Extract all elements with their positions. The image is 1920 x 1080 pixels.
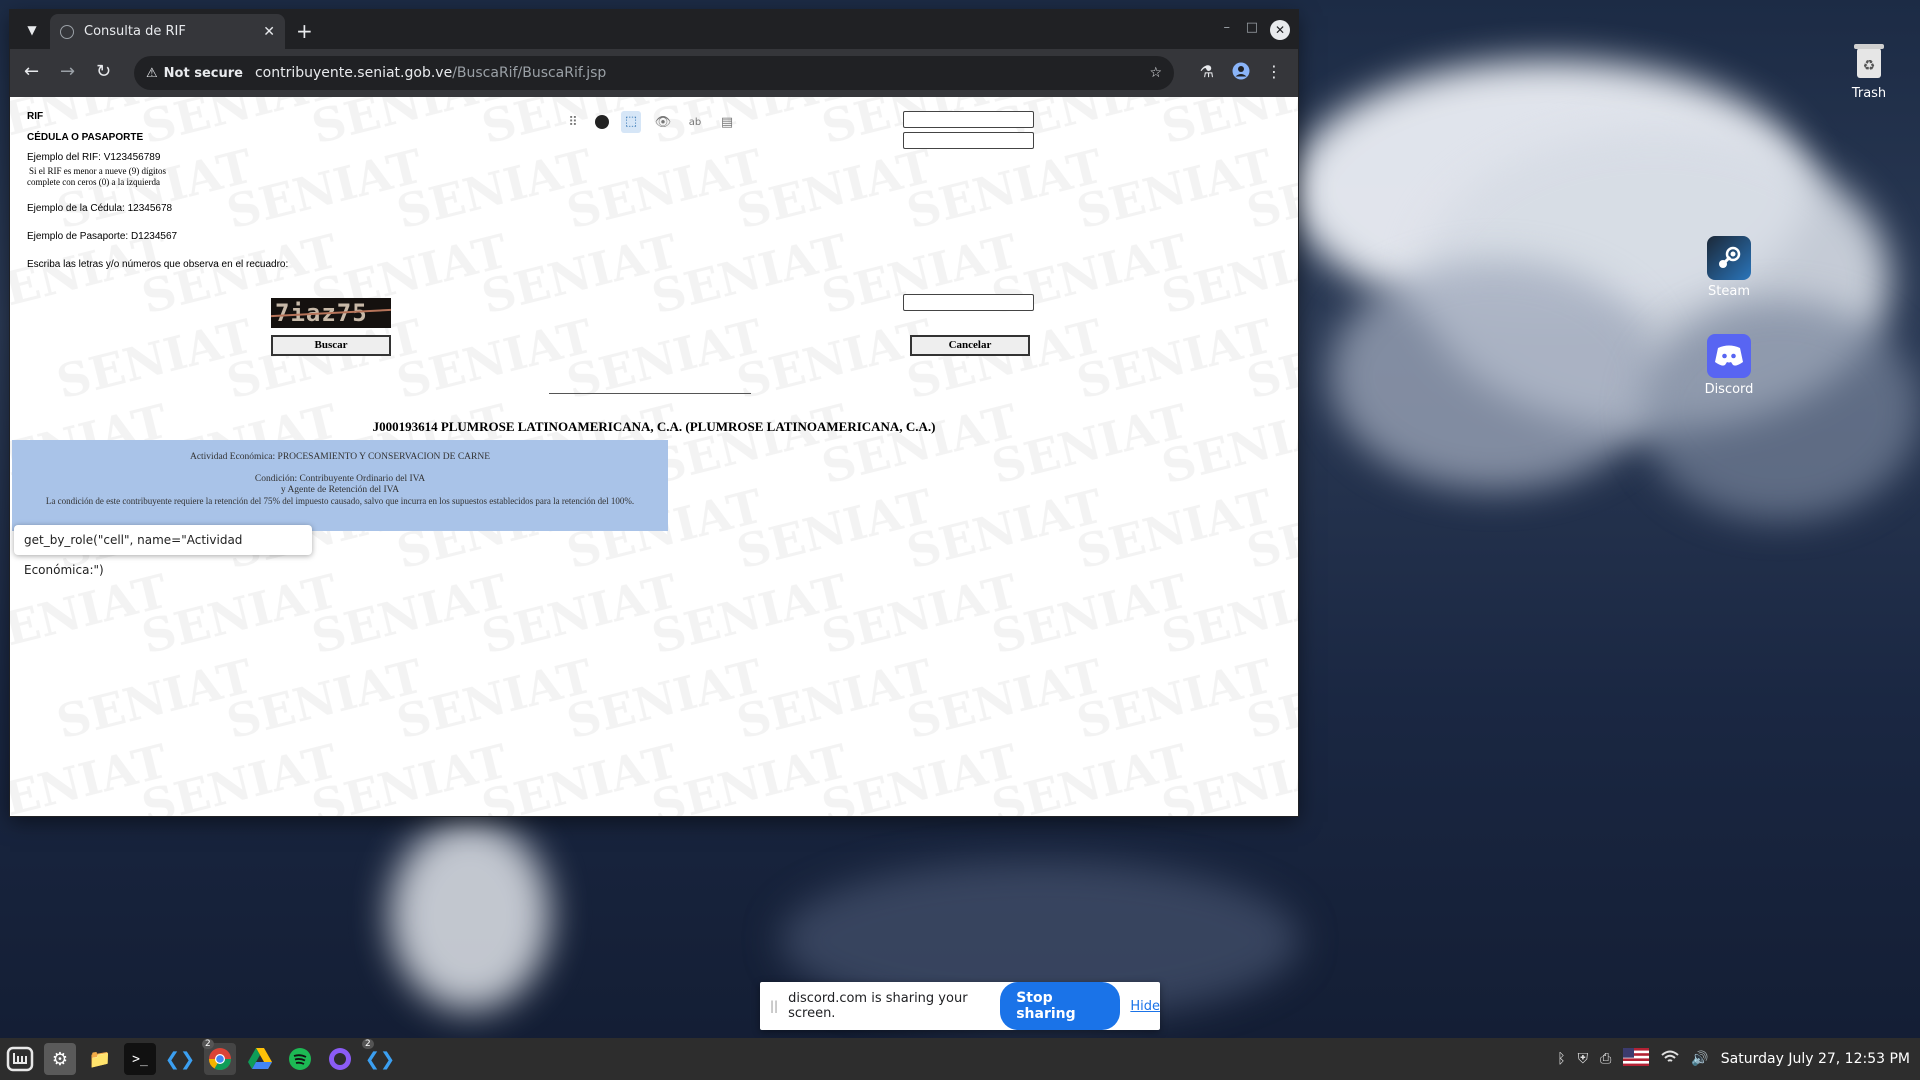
desktop-discord[interactable]: Discord bbox=[1684, 334, 1774, 397]
vscode-icon[interactable]: ❮❯ bbox=[164, 1043, 196, 1075]
buscar-button[interactable]: Buscar bbox=[271, 335, 391, 356]
maximize-icon[interactable]: □ bbox=[1246, 20, 1258, 35]
assert-visibility-icon[interactable]: 👁 bbox=[653, 115, 673, 130]
vscode-icon-2[interactable]: 2 ❮❯ bbox=[362, 1039, 396, 1075]
reload-icon[interactable]: ↻ bbox=[96, 61, 111, 82]
captcha-prompt: Escriba las letras y/o números que obser… bbox=[27, 259, 289, 270]
actividad-text: Actividad Económica: PROCESAMIENTO Y CON… bbox=[189, 452, 491, 462]
steam-icon bbox=[1707, 236, 1751, 280]
stop-sharing-button[interactable]: Stop sharing bbox=[1000, 982, 1121, 1030]
terminal-icon[interactable]: >_ bbox=[124, 1043, 156, 1075]
captcha-input[interactable] bbox=[903, 294, 1034, 311]
trash-icon: ♻ bbox=[1847, 38, 1891, 82]
cedula-input[interactable] bbox=[903, 132, 1034, 149]
browser-window: ▼ Consulta de RIF ✕ + – □ ✕ ← → ↻ ⚠ Not … bbox=[10, 10, 1298, 816]
rif-label: RIF bbox=[27, 111, 44, 122]
warning-icon[interactable]: ⚠ bbox=[146, 66, 158, 81]
screen-share-bar: || discord.com is sharing your screen. S… bbox=[760, 982, 1160, 1030]
recorder-toolbar: ⠿ ⬚ 👁 ab ▤ bbox=[557, 109, 747, 135]
svg-text:♻: ♻ bbox=[1863, 58, 1876, 74]
address-bar[interactable]: ⚠ Not secure contribuyente.seniat.gob.ve… bbox=[134, 56, 1174, 90]
bookmark-star-icon[interactable]: ☆ bbox=[1149, 65, 1162, 81]
desktop-cloud bbox=[1640, 300, 1920, 520]
us-flag-icon[interactable] bbox=[1623, 1048, 1650, 1070]
taskbar: ⚙ 📁 >_ ❮❯ 2 2 ❮❯ ᛒ ⛨ ⎙ 🔊 Saturday July 27… bbox=[0, 1038, 1920, 1080]
rif-input[interactable] bbox=[903, 111, 1034, 128]
forward-icon[interactable]: → bbox=[60, 61, 75, 82]
globe-icon bbox=[60, 24, 74, 39]
retencion-note: La condición de este contribuyente requi… bbox=[45, 496, 635, 506]
record-icon[interactable] bbox=[595, 115, 609, 129]
cedula-example: Ejemplo de la Cédula: 12345678 bbox=[27, 203, 173, 214]
printer-icon[interactable]: ⎙ bbox=[1600, 1051, 1611, 1067]
locator-tooltip: get_by_role("cell", name="Actividad Econ… bbox=[14, 525, 312, 577]
chrome-icon[interactable]: 2 bbox=[202, 1039, 236, 1075]
drag-handle-icon[interactable]: ⠿ bbox=[563, 115, 583, 130]
tab-title: Consulta de RIF bbox=[84, 24, 186, 39]
cedula-label: CÉDULA O PASAPORTE bbox=[27, 132, 144, 143]
captcha-image: 7iaz75 bbox=[271, 298, 391, 328]
company-title: J000193614 PLUMROSE LATINOAMERICANA, C.A… bbox=[372, 419, 936, 434]
rif-note-2: complete con ceros (0) a la izquierda bbox=[27, 177, 160, 187]
drag-grip-icon[interactable]: || bbox=[770, 999, 778, 1013]
tab-close-icon[interactable]: ✕ bbox=[263, 24, 275, 40]
labs-flask-icon[interactable]: ⚗ bbox=[1200, 62, 1214, 81]
wifi-icon[interactable] bbox=[1661, 1050, 1680, 1068]
volume-icon[interactable]: 🔊 bbox=[1691, 1051, 1708, 1067]
assert-text-icon[interactable]: ab bbox=[685, 117, 705, 128]
url-path: /BuscaRif/BuscaRif.jsp bbox=[452, 65, 607, 81]
tab-strip: ▼ Consulta de RIF ✕ + – □ ✕ bbox=[10, 10, 1298, 49]
desktop-trash-label: Trash bbox=[1851, 86, 1887, 101]
minimize-icon[interactable]: – bbox=[1224, 20, 1231, 35]
cancelar-button[interactable]: Cancelar bbox=[910, 335, 1030, 356]
hide-link[interactable]: Hide bbox=[1130, 999, 1160, 1014]
tab-consulta-rif[interactable]: Consulta de RIF ✕ bbox=[50, 14, 285, 49]
chrome-window-count: 2 bbox=[202, 1039, 214, 1049]
mint-menu-icon[interactable] bbox=[4, 1043, 36, 1075]
pick-locator-icon[interactable]: ⬚ bbox=[621, 111, 641, 133]
shield-icon[interactable]: ⛨ bbox=[1578, 1051, 1589, 1067]
window-close-icon[interactable]: ✕ bbox=[1270, 20, 1290, 40]
rif-note-1: Si el RIF es menor a nueve (9) dígitos bbox=[29, 166, 166, 176]
files-icon[interactable]: 📁 bbox=[84, 1043, 116, 1075]
assert-value-icon[interactable]: ▤ bbox=[717, 115, 737, 130]
clock[interactable]: Saturday July 27, 12:53 PM bbox=[1721, 1051, 1910, 1067]
system-tray: ᛒ ⛨ ⎙ 🔊 Saturday July 27, 12:53 PM bbox=[1557, 1038, 1910, 1080]
activity-cell: Actividad Económica: PROCESAMIENTO Y CON… bbox=[12, 440, 668, 531]
profile-icon[interactable] bbox=[1232, 62, 1250, 84]
pasaporte-example: Ejemplo de Pasaporte: D1234567 bbox=[27, 231, 178, 242]
desktop-steam-label: Steam bbox=[1708, 284, 1750, 299]
url-domain: contribuyente.seniat.gob.ve bbox=[254, 65, 453, 81]
desktop-cloud bbox=[390, 820, 550, 1010]
condicion-line-1: Condición: Contribuyente Ordinario del I… bbox=[254, 474, 426, 484]
system-settings-icon[interactable]: ⚙ bbox=[44, 1043, 76, 1075]
page-content: SENIAT SENIAT SENIAT SENIAT SENIAT SENIAT SENI… bbox=[10, 97, 1298, 816]
menu-kebab-icon[interactable]: ⋮ bbox=[1266, 62, 1282, 81]
security-label[interactable]: Not secure bbox=[164, 66, 243, 81]
tab-search-chevron-icon[interactable]: ▼ bbox=[20, 19, 44, 41]
browser-toolbar: ← → ↻ ⚠ Not secure contribuyente.seniat.… bbox=[10, 49, 1298, 97]
google-drive-icon[interactable] bbox=[244, 1043, 276, 1075]
back-icon[interactable]: ← bbox=[24, 61, 39, 82]
condicion-line-2: y Agente de Retención del IVA bbox=[280, 485, 400, 495]
desktop-steam[interactable]: Steam bbox=[1684, 236, 1774, 299]
vscode-window-count: 2 bbox=[362, 1039, 374, 1049]
desktop-cloud bbox=[1330, 260, 1660, 490]
bluetooth-icon[interactable]: ᛒ bbox=[1557, 1051, 1565, 1067]
desktop-trash[interactable]: ♻ Trash bbox=[1824, 38, 1914, 101]
desktop-discord-label: Discord bbox=[1704, 382, 1754, 397]
share-message: discord.com is sharing your screen. bbox=[788, 991, 968, 1021]
discord-icon bbox=[1707, 334, 1751, 378]
rif-example: Ejemplo del RIF: V123456789 bbox=[27, 152, 161, 163]
watermark-text: SENIAT bbox=[1156, 97, 1298, 155]
spotify-icon[interactable] bbox=[284, 1043, 316, 1075]
new-tab-icon[interactable]: + bbox=[296, 19, 313, 43]
divider bbox=[549, 393, 751, 394]
github-icon[interactable] bbox=[324, 1043, 356, 1075]
